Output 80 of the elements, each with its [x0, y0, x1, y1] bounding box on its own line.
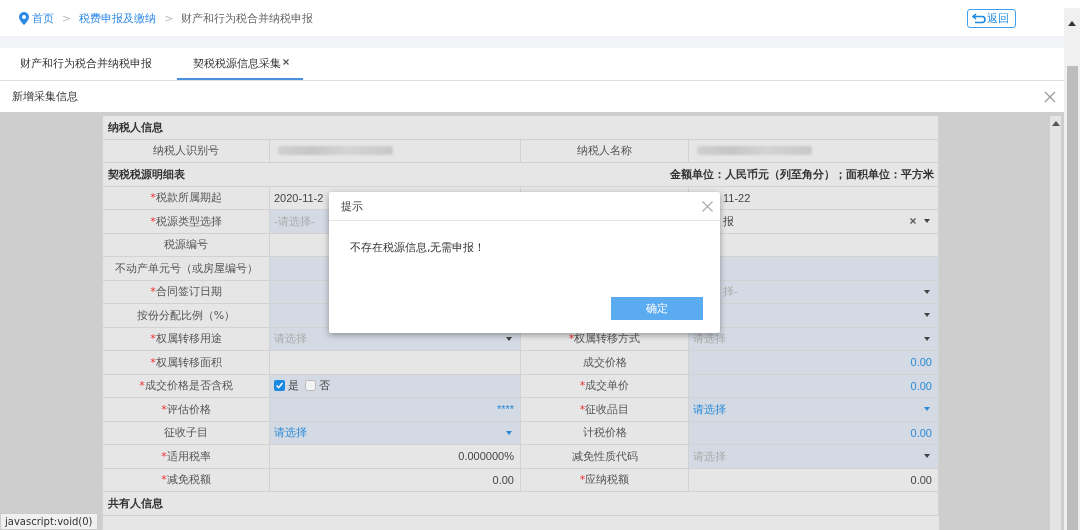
caret-icon[interactable]: [506, 336, 512, 341]
breadcrumb-link[interactable]: 首页: [32, 10, 54, 26]
breadcrumb-link[interactable]: 税费申报及缴纳: [79, 10, 157, 26]
checkbox-label: 是: [288, 378, 299, 394]
field-label: 征收子目: [164, 425, 208, 441]
field-label: 税源类型选择: [155, 213, 222, 229]
caret-icon[interactable]: [924, 313, 930, 318]
required-marker: *: [579, 379, 586, 393]
table-cell: 0.000000%: [270, 445, 521, 469]
field-label: 权属转移用途: [155, 331, 222, 347]
field-label: 征收品目: [585, 401, 630, 417]
required-marker: *: [579, 473, 586, 487]
field-label: 适用税率: [166, 448, 211, 464]
section-title: 契税税源明细表: [108, 166, 185, 182]
required-marker: *: [579, 402, 586, 416]
scroll-thumb[interactable]: [1066, 66, 1078, 530]
breadcrumb-separator: >: [62, 11, 72, 25]
required-marker: *: [150, 214, 156, 228]
clear-icon[interactable]: [910, 218, 916, 225]
field-label: 税款所属期起: [155, 190, 222, 206]
required-marker: *: [161, 449, 167, 463]
required-marker: *: [150, 332, 156, 346]
field-label: 税源编号: [164, 237, 208, 253]
select-field[interactable]: 请选择: [689, 398, 939, 422]
required-marker: *: [150, 191, 156, 205]
input-field[interactable]: 0.00: [689, 421, 939, 445]
input-field[interactable]: 0.00: [689, 374, 939, 398]
table-cell: 0.00: [689, 468, 939, 492]
status-bar: javascript:void(0): [0, 513, 98, 530]
scrollbar[interactable]: [1050, 116, 1061, 530]
field-label: 计税价格: [582, 425, 627, 441]
section-title: 纳税人信息: [108, 119, 163, 135]
select-field[interactable]: 请选择: [270, 421, 521, 445]
scroll-up-icon[interactable]: [1051, 120, 1060, 126]
panel-title: 新增采集信息: [12, 89, 78, 104]
unit-note: 金额单位：人民币元（列至角分）；面积单位：平方米: [670, 166, 934, 182]
field-label: 纳税人识别号: [153, 143, 219, 159]
field-label: 权属转移面积: [155, 354, 222, 370]
confirm-button[interactable]: 确定: [611, 297, 703, 320]
return-arrow-icon: [972, 12, 986, 24]
field-label: 合同签订日期: [155, 284, 222, 300]
caret-icon[interactable]: [924, 289, 930, 294]
field-label: 纳税人名称: [577, 143, 632, 159]
table-cell: 0.00: [270, 468, 521, 492]
field-label: 按份分配比例（%）: [136, 307, 236, 323]
checkbox-label: 否: [319, 378, 330, 394]
required-marker: *: [150, 355, 156, 369]
field-label: 成交价格是否含税: [144, 378, 233, 394]
field-label: 成交价格: [582, 354, 627, 370]
required-marker: *: [150, 285, 156, 299]
field-label: 权属转移方式: [574, 331, 641, 347]
field-label: 减免税额: [166, 472, 211, 488]
scrollbar[interactable]: [1064, 8, 1080, 530]
required-marker: *: [161, 402, 167, 416]
field-label: 成交单价: [585, 378, 630, 394]
section-title: 共有人信息: [108, 495, 163, 511]
tab[interactable]: 契税税源信息采集: [177, 48, 303, 80]
scroll-up-icon[interactable]: [1068, 20, 1076, 26]
field-label: 减免性质代码: [571, 448, 638, 464]
required-marker: *: [139, 379, 145, 393]
dialog-message: 不存在税源信息,无需申报！: [350, 240, 486, 255]
breadcrumb-separator: >: [164, 11, 174, 25]
tab[interactable]: 财产和行为税合并纳税申报: [5, 48, 167, 80]
input-field[interactable]: ****: [270, 398, 521, 422]
back-button[interactable]: 返回: [967, 8, 1016, 28]
field-label: 评估价格: [166, 401, 211, 417]
input-field[interactable]: 0.00: [689, 351, 939, 375]
caret-icon[interactable]: [924, 336, 930, 341]
location-pin-icon: [19, 11, 29, 25]
caret-icon[interactable]: [924, 219, 930, 224]
caret-icon[interactable]: [924, 454, 930, 459]
close-icon[interactable]: [283, 59, 289, 65]
checkbox[interactable]: [305, 380, 316, 392]
required-marker: *: [161, 473, 167, 487]
breadcrumb-current: 财产和行为税合并纳税申报: [181, 10, 314, 26]
input-field[interactable]: 是 否: [270, 374, 521, 398]
field-label: 不动产单元号（或房屋编号）: [114, 260, 258, 276]
checkbox[interactable]: [274, 380, 285, 392]
required-marker: *: [568, 332, 575, 346]
field-label: 应纳税额: [585, 472, 630, 488]
